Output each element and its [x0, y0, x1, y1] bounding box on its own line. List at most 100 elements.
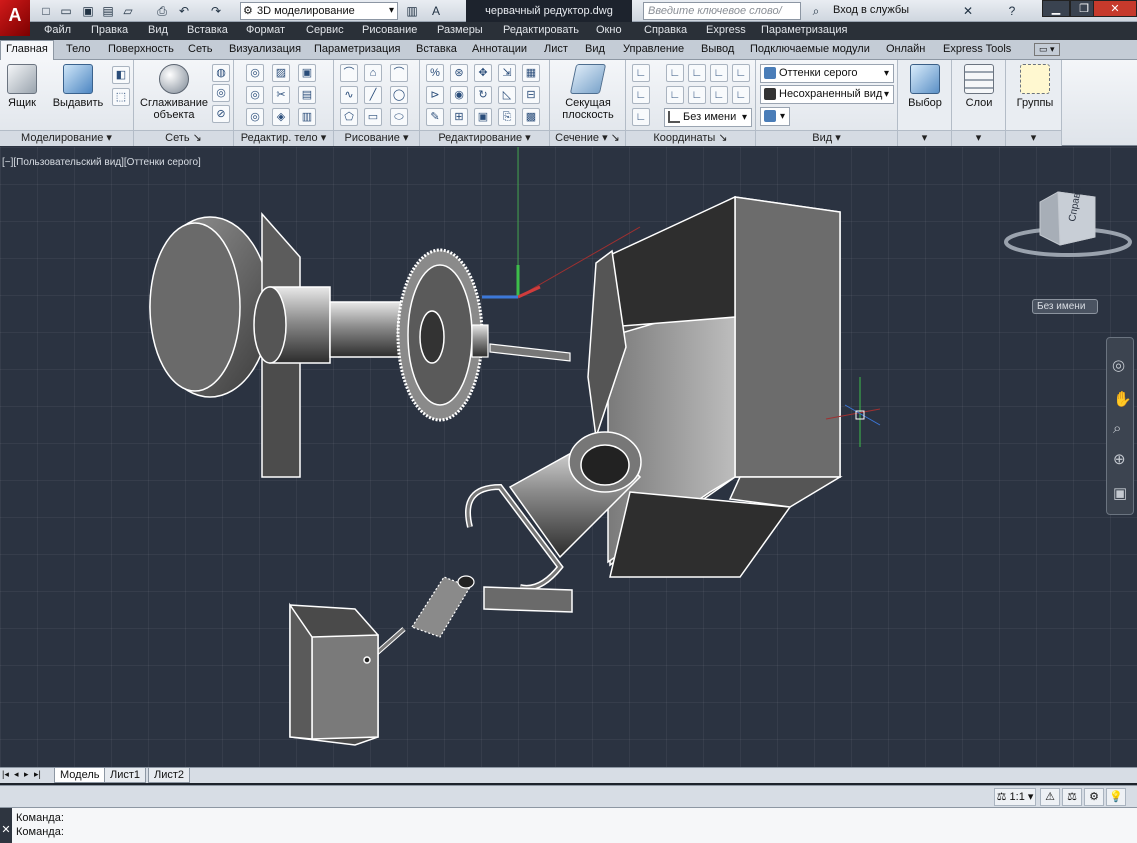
menu-express[interactable]: Express [706, 24, 746, 36]
align3d-icon[interactable]: ⇲ [498, 64, 516, 82]
slice-icon[interactable]: ✂ [272, 86, 290, 104]
spline-icon[interactable]: ∿ [340, 86, 358, 104]
ucs-world-icon[interactable]: ∟ [666, 64, 684, 82]
trim-icon[interactable]: % [426, 64, 444, 82]
select-button[interactable]: Выбор [904, 64, 946, 109]
tab-render[interactable]: Визуализация [229, 43, 301, 55]
annotation-scale-button[interactable]: ⚖ 1:1 ▾ [994, 788, 1036, 806]
groups-button[interactable]: Группы [1012, 64, 1058, 109]
last-tab-icon[interactable]: ▸| [34, 769, 44, 780]
polysolid-icon[interactable]: ◧ [112, 66, 130, 84]
panel-title-view[interactable]: Вид ▾ [756, 130, 897, 146]
undo-icon[interactable]: ↶ [176, 3, 192, 19]
help-button[interactable]: ? [1004, 3, 1020, 19]
tab-online[interactable]: Онлайн [886, 43, 925, 55]
next-tab-icon[interactable]: ▸ [24, 769, 34, 780]
menu-file[interactable]: Файл [44, 24, 71, 36]
command-line[interactable]: ✕ Команда: Команда: [0, 807, 1137, 843]
pan-icon[interactable]: ✋ [1113, 390, 1132, 408]
polygon-icon[interactable]: ⬠ [340, 108, 358, 126]
tab-solid[interactable]: Тело [66, 43, 91, 55]
circle-icon[interactable]: ◯ [390, 86, 408, 104]
layers-button[interactable]: Слои [958, 64, 1000, 109]
thicken-icon[interactable]: ◈ [272, 108, 290, 126]
close-window-button[interactable]: ✕ [1093, 0, 1137, 17]
intersect-icon[interactable]: ◎ [246, 108, 264, 126]
sign-in-link[interactable]: Вход в службы [833, 4, 909, 16]
tab-surface[interactable]: Поверхность [108, 43, 174, 55]
smooth-object-button[interactable]: Сглаживание объекта [138, 64, 210, 121]
panel-groups-expand[interactable]: ▾ [1006, 130, 1061, 146]
drawing-viewport[interactable]: [−][Пользовательский вид][Оттенки серого… [0, 147, 1137, 767]
prev-tab-icon[interactable]: ◂ [14, 769, 24, 780]
search-input[interactable]: Введите ключевое слово/фразу [643, 2, 801, 33]
plot-icon[interactable]: ⎙ [154, 3, 170, 19]
stretch-icon[interactable]: ▣ [474, 108, 492, 126]
extract-edges-icon[interactable]: ▨ [272, 64, 290, 82]
menu-view[interactable]: Вид [148, 24, 168, 36]
save-as-icon[interactable]: ▤ [100, 3, 116, 19]
menu-insert[interactable]: Вставка [187, 24, 228, 36]
chamfer-icon[interactable]: ◺ [498, 86, 516, 104]
isolate-objects-icon[interactable]: 💡 [1106, 788, 1126, 806]
panel-title-section[interactable]: Сечение ▾ ↘ [550, 130, 625, 146]
presspull-icon[interactable]: ⬚ [112, 88, 130, 106]
mesh-refine-icon[interactable]: ◍ [212, 64, 230, 82]
menu-parametric[interactable]: Параметризация [761, 24, 847, 36]
tab-output[interactable]: Вывод [701, 43, 734, 55]
steering-wheel-icon[interactable]: ◎ [1112, 356, 1125, 374]
tab-annotate[interactable]: Аннотации [472, 43, 527, 55]
move3d-icon[interactable]: ✥ [474, 64, 492, 82]
ucs-icon[interactable]: ∟ [632, 64, 650, 82]
panel-title-modify[interactable]: Редактирование ▾ [420, 130, 549, 146]
arc-icon[interactable]: ⌒ [390, 64, 408, 82]
menu-window[interactable]: Окно [596, 24, 622, 36]
tab-manage[interactable]: Управление [623, 43, 684, 55]
subtract-icon[interactable]: ◎ [246, 86, 264, 104]
redo-icon[interactable]: ↷ [208, 3, 224, 19]
ucs-x-icon[interactable]: ∟ [688, 64, 706, 82]
minimize-button[interactable]: ▁ [1042, 0, 1070, 17]
extrude-faces-icon[interactable]: ▣ [298, 64, 316, 82]
rotate3d-icon[interactable]: ⊛ [450, 64, 468, 82]
ucs-previous-icon[interactable]: ∟ [666, 86, 684, 104]
section-plane-button[interactable]: Секущая плоскость [556, 64, 620, 121]
rotate-icon[interactable]: ↻ [474, 86, 492, 104]
menu-dimensions[interactable]: Размеры [437, 24, 483, 36]
first-tab-icon[interactable]: |◂ [2, 769, 12, 780]
menu-modify[interactable]: Редактировать [503, 24, 579, 36]
menu-help[interactable]: Справка [644, 24, 687, 36]
properties-icon[interactable]: ▥ [404, 3, 420, 19]
xline-icon[interactable]: ╱ [364, 86, 382, 104]
menu-format[interactable]: Формат [246, 24, 285, 36]
workspace-dropdown[interactable]: ⚙ 3D моделирование [240, 2, 398, 20]
tab-insert[interactable]: Вставка [416, 43, 457, 55]
tab-layout1[interactable]: Лист1 [104, 768, 147, 783]
ucs-name-dropdown[interactable]: Без имени [664, 108, 752, 127]
menu-tools[interactable]: Сервис [306, 24, 344, 36]
autoscale-icon[interactable]: ⚖ [1062, 788, 1082, 806]
close-icon[interactable]: ✕ [0, 808, 12, 843]
ucs-badge[interactable]: Без имени [1032, 299, 1098, 314]
panel-title-mesh[interactable]: Сеть ↘ [134, 130, 233, 146]
ucs-zaxis-icon[interactable]: ∟ [732, 86, 750, 104]
save-icon[interactable]: ▣ [80, 3, 96, 19]
explode-icon[interactable]: ▩ [522, 108, 540, 126]
workspace-switch-icon[interactable]: ⚙ [1084, 788, 1104, 806]
exchange-icon[interactable]: ✕ [960, 3, 976, 19]
tab-home[interactable]: Главная [0, 40, 54, 60]
shell-icon[interactable]: ▥ [298, 108, 316, 126]
mesh-crease-icon[interactable]: ◎ [212, 84, 230, 102]
line-icon[interactable]: ⌒ [340, 64, 358, 82]
ucs-face-icon[interactable]: ∟ [632, 86, 650, 104]
box-button[interactable]: Ящик [4, 64, 40, 109]
mesh-uncrease-icon[interactable]: ⊘ [212, 105, 230, 123]
panel-select-expand[interactable]: ▾ [898, 130, 951, 146]
tab-model[interactable]: Модель [54, 768, 106, 783]
erase-icon[interactable]: ✎ [426, 108, 444, 126]
copy-icon[interactable]: ⎘ [498, 108, 516, 126]
scale-icon[interactable]: ⊞ [450, 108, 468, 126]
publish-icon[interactable]: ▱ [120, 3, 136, 19]
tab-layout2[interactable]: Лист2 [148, 768, 191, 783]
ucs-y-icon[interactable]: ∟ [710, 64, 728, 82]
